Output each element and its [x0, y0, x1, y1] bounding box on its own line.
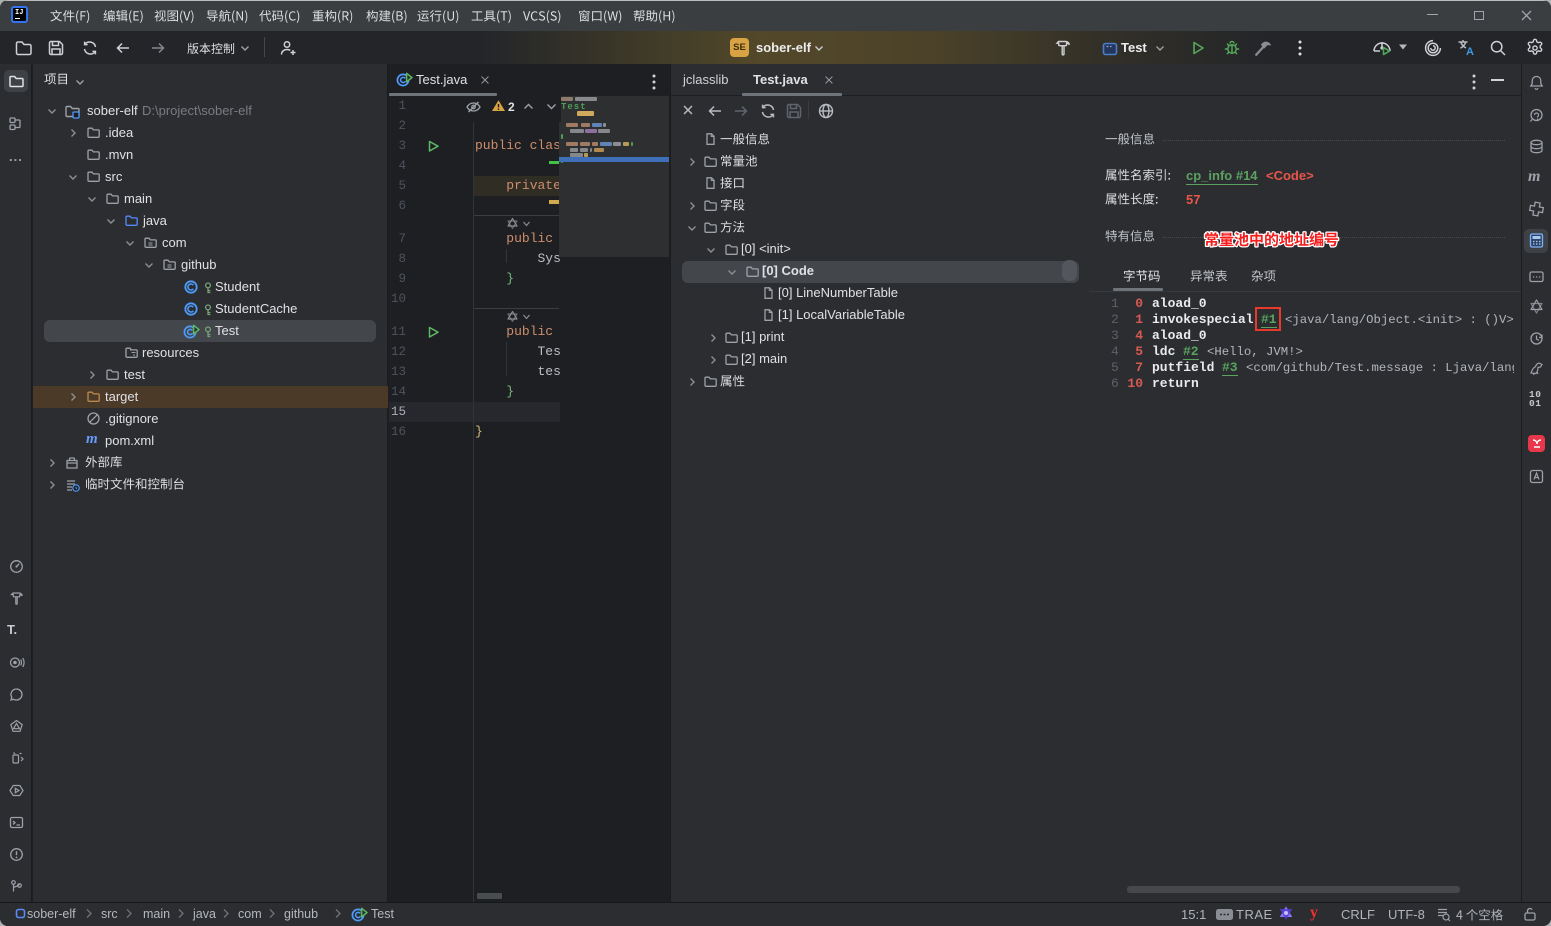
svg-text:A: A: [1466, 46, 1474, 58]
